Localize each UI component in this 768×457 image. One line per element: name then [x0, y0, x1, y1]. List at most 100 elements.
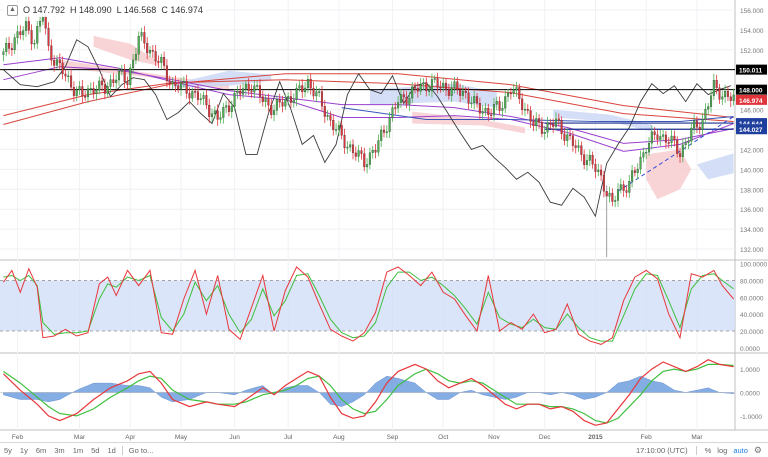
gear-icon[interactable]: ⚙ [754, 445, 762, 456]
candle-body [521, 98, 524, 110]
candle-body [726, 91, 729, 97]
candle-body [591, 155, 594, 165]
candle-body [676, 139, 679, 154]
candle-body [292, 99, 295, 103]
candle-body [380, 129, 383, 141]
candle-body [549, 122, 552, 125]
candle-body [213, 110, 216, 114]
candle-body [301, 85, 304, 93]
candle-body [208, 104, 211, 117]
candle-body [188, 93, 191, 99]
candle-body [614, 200, 617, 202]
candle-body [284, 98, 287, 107]
time-axis-label: Feb [641, 434, 653, 441]
candle-body [445, 82, 448, 90]
candle-body [8, 43, 11, 49]
candle-body [75, 89, 78, 96]
candle-body [58, 59, 61, 64]
candle-body [388, 117, 391, 132]
candle-body [695, 120, 698, 128]
range-button-5d[interactable]: 5d [87, 446, 103, 455]
candle-body [433, 78, 436, 80]
candle-body [507, 92, 510, 97]
stochastic-band [0, 280, 735, 331]
candle-body [464, 90, 467, 93]
range-button-1y[interactable]: 1y [16, 446, 32, 455]
candle-body [428, 90, 431, 92]
candle-body [78, 86, 81, 91]
log-scale-toggle[interactable]: log [717, 446, 727, 455]
candle-body [281, 102, 284, 107]
candle-body [647, 142, 651, 153]
time-axis-label: Oct [438, 434, 448, 441]
candle-body [732, 94, 735, 101]
time-axis-label: Aug [333, 434, 345, 441]
percent-scale-toggle[interactable]: % [705, 446, 712, 455]
range-button-3m[interactable]: 3m [50, 446, 68, 455]
candle-body [67, 75, 70, 78]
candle-body [332, 119, 335, 131]
candle-body [174, 81, 177, 86]
candle-body [625, 190, 628, 193]
candle-body [72, 87, 75, 96]
candle-body [704, 108, 707, 120]
low-value: L 146.568 [116, 5, 157, 15]
candle-body [137, 36, 140, 55]
time-axis-label: Feb [12, 434, 24, 441]
candle-body [425, 82, 428, 92]
candle-body [588, 155, 591, 161]
clock-readout[interactable]: 17:10:00 (UTC) [636, 446, 688, 455]
time-axis-label: Sep [387, 434, 399, 441]
candle-body [19, 31, 22, 35]
candle-body [132, 59, 135, 69]
candle-body [585, 160, 589, 165]
candle-body [261, 96, 264, 102]
candle-body [264, 98, 267, 102]
candle-body [185, 81, 188, 94]
range-button-1d[interactable]: 1d [103, 446, 119, 455]
candle-body [594, 164, 597, 172]
candle-body [366, 164, 369, 168]
high-value: H 148.090 [70, 5, 112, 15]
candle-body [679, 153, 682, 157]
candle-body [253, 85, 256, 93]
candle-body [490, 114, 493, 116]
candle-body [148, 50, 152, 54]
candle-body [529, 110, 532, 122]
range-button-6m[interactable]: 6m [32, 446, 50, 455]
candle-body [41, 16, 44, 22]
candle-body [693, 120, 696, 129]
candle-body [143, 32, 146, 44]
candle-body [44, 16, 47, 29]
candle-body [442, 82, 445, 88]
candle-body [154, 51, 157, 62]
candle-body [419, 84, 422, 92]
candle-body [329, 115, 332, 121]
chart-canvas[interactable]: 132.000 134.000 136.000 138.000 140.000 142.0… [0, 0, 768, 442]
candle-body [126, 81, 129, 85]
auto-scale-toggle[interactable]: auto [733, 446, 748, 455]
candle-body [532, 121, 535, 127]
goto-button[interactable]: Go to... [125, 446, 158, 455]
candle-body [89, 88, 92, 90]
candle-body [160, 57, 163, 63]
candle-body [377, 140, 380, 153]
candle-body [2, 51, 5, 55]
time-axis-label: Dec [539, 434, 551, 441]
price-tick-label: 138.000 [740, 187, 764, 194]
candle-body [182, 81, 185, 83]
candle-body [351, 144, 355, 154]
collapse-legend-icon[interactable]: ▲ [7, 4, 18, 16]
candle-body [639, 156, 642, 170]
range-button-1m[interactable]: 1m [69, 446, 87, 455]
candle-body [554, 118, 558, 127]
candle-body [712, 80, 715, 96]
candle-body [560, 120, 563, 134]
range-button-5y[interactable]: 5y [0, 446, 16, 455]
candle-body [450, 87, 453, 96]
candle-body [501, 108, 504, 111]
candle-body [304, 87, 307, 93]
candle-body [270, 105, 273, 115]
candle-body [724, 91, 727, 97]
candle-body [346, 146, 349, 149]
